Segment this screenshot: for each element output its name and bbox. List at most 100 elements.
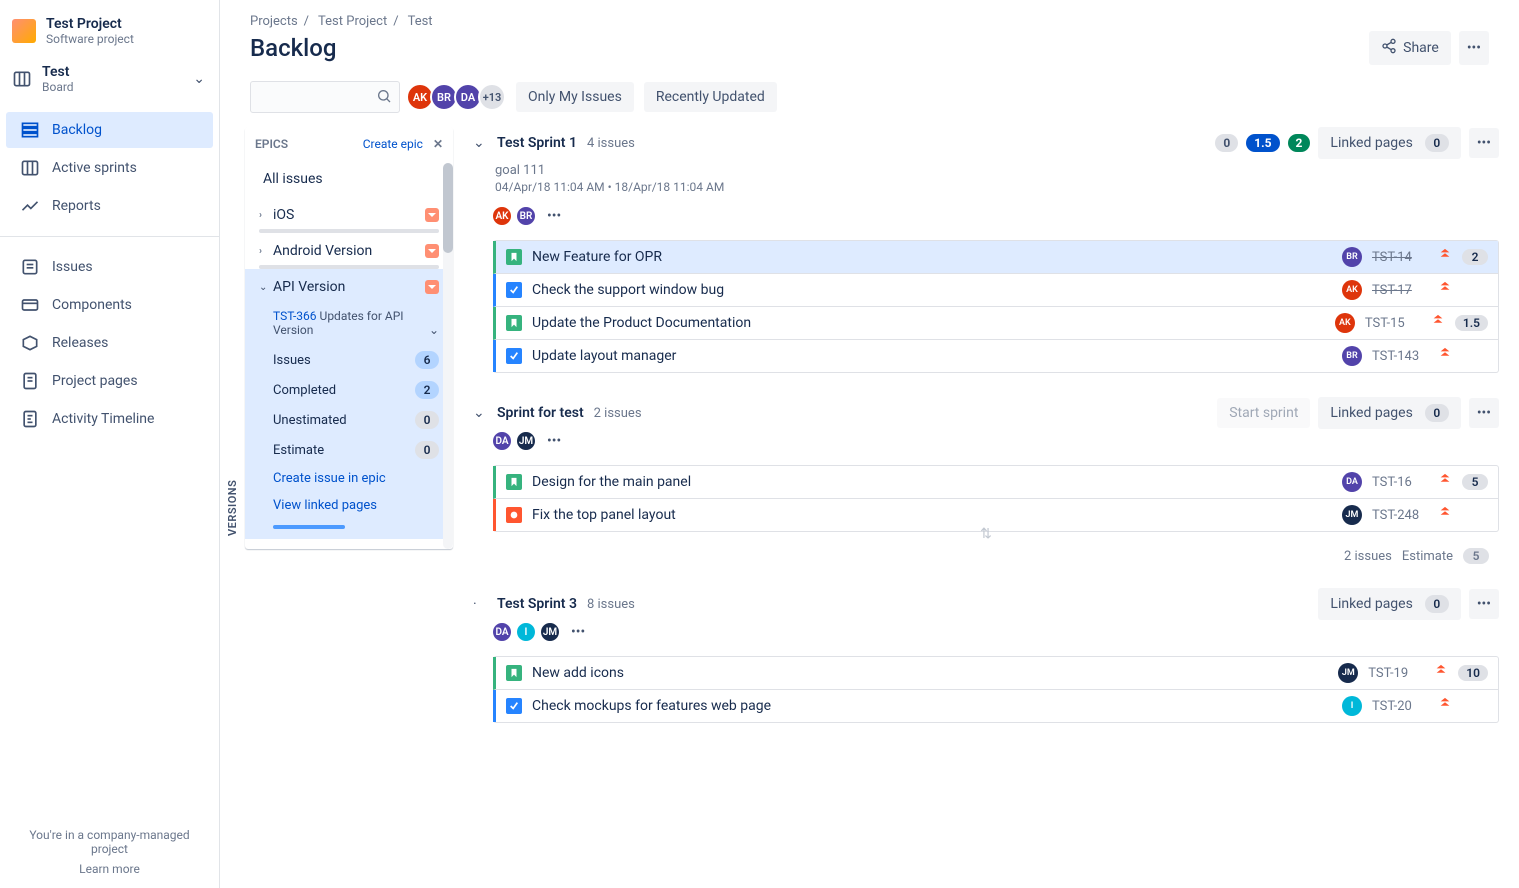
priority-icon [1431, 314, 1445, 332]
chevron-down-icon: ⌄ [259, 282, 273, 293]
issue-key[interactable]: TST-15 [1365, 316, 1421, 331]
chevron-icon[interactable]: ⌄ [473, 135, 487, 151]
linked-pages-button[interactable]: Linked pages 0 [1318, 588, 1460, 620]
avatar[interactable]: BR [515, 205, 537, 227]
issue-row[interactable]: Update layout manager BR TST-143 [493, 340, 1498, 372]
epic-color-badge[interactable] [425, 280, 439, 294]
epic-color-badge[interactable] [425, 244, 439, 258]
issue-summary: New Feature for OPR [532, 249, 1332, 265]
epic-color-badge[interactable] [425, 208, 439, 222]
sprint-name[interactable]: Test Sprint 1 [497, 135, 577, 151]
assignee-avatar[interactable]: BR [1342, 346, 1362, 366]
issue-row[interactable]: Update the Product Documentation AK TST-… [493, 307, 1498, 340]
avatar[interactable]: JM [539, 621, 561, 643]
learn-more-link[interactable]: Learn more [12, 862, 207, 876]
sprint-more-icon[interactable]: ••• [543, 429, 565, 453]
sidebar-item-activity-timeline[interactable]: Activity Timeline [6, 401, 213, 437]
content: VERSIONS EPICS Create epic ✕ All issues … [220, 127, 1519, 888]
assignee-avatar[interactable]: BR [1342, 247, 1362, 267]
chevron-icon[interactable]: ⌄ [473, 405, 487, 421]
chevron-down-icon: ⌄ [193, 71, 205, 87]
issue-key[interactable]: TST-20 [1372, 699, 1428, 714]
priority-icon [1434, 664, 1448, 682]
issue-key[interactable]: TST-248 [1372, 508, 1428, 523]
epic-view-linked-link[interactable]: View linked pages [259, 492, 439, 519]
sprint-more-button[interactable]: ••• [1469, 398, 1499, 428]
epic-row[interactable]: › Android Version [259, 233, 439, 269]
avatar[interactable]: DA [491, 621, 513, 643]
priority-icon [1438, 506, 1452, 524]
sidebar-item-project-pages[interactable]: Project pages [6, 363, 213, 399]
linked-pages-button[interactable]: Linked pages 0 [1318, 397, 1460, 429]
share-button[interactable]: Share [1369, 31, 1451, 65]
crumb-board[interactable]: Test [408, 14, 433, 29]
recently-updated-button[interactable]: Recently Updated [644, 82, 777, 112]
sidebar-item-reports[interactable]: Reports [6, 188, 213, 224]
sprint-more-icon[interactable]: ••• [567, 620, 589, 644]
sprint-header: · Test Sprint 3 8 issues Linked pages 0 … [473, 588, 1499, 620]
sprint: · Test Sprint 3 8 issues Linked pages 0 … [473, 588, 1499, 723]
board-selector[interactable]: Test Board ⌄ [0, 54, 219, 104]
issue-row[interactable]: Fix the top panel layout JM TST-248 [493, 499, 1498, 531]
issue-row[interactable]: New add icons JM TST-19 10 [493, 657, 1498, 690]
issue-row[interactable]: Check the support window bug AK TST-17 [493, 274, 1498, 307]
sprint-more-button[interactable]: ••• [1469, 589, 1499, 619]
sidebar-item-components[interactable]: Components [6, 287, 213, 323]
epic-stat: Unestimated0 [259, 405, 439, 435]
issue-key[interactable]: TST-16 [1372, 475, 1428, 490]
sidebar-nav-secondary: IssuesComponentsReleasesProject pagesAct… [0, 241, 219, 445]
more-actions-button[interactable]: ••• [1459, 31, 1489, 65]
epic-row-api[interactable]: ⌄ API Version [259, 269, 439, 305]
status-lozenge: 1.5 [1246, 134, 1279, 152]
project-header[interactable]: Test Project Software project [0, 0, 219, 54]
assignee-avatar[interactable]: I [1342, 696, 1362, 716]
crumb-project[interactable]: Test Project [318, 14, 387, 29]
sprint-avatars: AKBR••• [495, 204, 1499, 228]
epics-scrollbar[interactable] [443, 163, 453, 549]
versions-tab[interactable]: VERSIONS [220, 127, 245, 888]
story-icon [506, 315, 522, 331]
avatar[interactable]: DA [491, 430, 513, 452]
avatar-more[interactable]: +13 [478, 83, 506, 111]
linked-pages-button[interactable]: Linked pages 0 [1318, 127, 1460, 159]
sidebar-footer: You're in a company-managed project Lear… [0, 816, 219, 888]
sprint-more-icon[interactable]: ••• [543, 204, 565, 228]
issue-key[interactable]: TST-19 [1368, 666, 1424, 681]
epic-stat: Estimate0 [259, 435, 439, 465]
sprint-name[interactable]: Test Sprint 3 [497, 596, 577, 612]
chevron-right-icon: › [259, 210, 273, 221]
crumb-projects[interactable]: Projects [250, 14, 298, 29]
issue-list: New Feature for OPR BR TST-14 2 Check th… [493, 240, 1499, 373]
sidebar-item-releases[interactable]: Releases [6, 325, 213, 361]
chevron-icon[interactable]: · [473, 596, 487, 612]
assignee-avatar[interactable]: AK [1342, 280, 1362, 300]
create-epic-link[interactable]: Create epic [363, 137, 423, 151]
epic-create-issue-link[interactable]: Create issue in epic [259, 465, 439, 492]
issue-key[interactable]: TST-17 [1372, 283, 1428, 298]
assignee-avatar[interactable]: DA [1342, 472, 1362, 492]
avatar[interactable]: JM [515, 430, 537, 452]
assignee-avatar[interactable]: AK [1335, 313, 1355, 333]
only-my-issues-button[interactable]: Only My Issues [516, 82, 634, 112]
sidebar-item-active-sprints[interactable]: Active sprints [6, 150, 213, 186]
issue-row[interactable]: New Feature for OPR BR TST-14 2 [493, 241, 1498, 274]
issue-key[interactable]: TST-14 [1372, 250, 1428, 265]
issue-key[interactable]: TST-143 [1372, 349, 1428, 364]
priority-icon [1438, 697, 1452, 715]
epic-all-issues[interactable]: All issues [259, 161, 439, 197]
sidebar-item-backlog[interactable]: Backlog [6, 112, 213, 148]
epic-row[interactable]: › iOS [259, 197, 439, 233]
epic-issue-link[interactable]: TST-366 Updates for API Version ⌄ [259, 305, 439, 345]
sprint-more-button[interactable]: ••• [1469, 128, 1499, 158]
avatar[interactable]: I [515, 621, 537, 643]
issue-row[interactable]: Design for the main panel DA TST-16 5 [493, 466, 1498, 499]
issue-row[interactable]: Check mockups for features web page I TS… [493, 690, 1498, 722]
avatar[interactable]: AK [491, 205, 513, 227]
sprint-name[interactable]: Sprint for test [497, 405, 584, 421]
sidebar-item-issues[interactable]: Issues [6, 249, 213, 285]
sprint-footer: 2 issuesEstimate5 [473, 548, 1489, 564]
assignee-avatar[interactable]: JM [1342, 505, 1362, 525]
close-epics-icon[interactable]: ✕ [433, 137, 443, 151]
assignee-avatar[interactable]: JM [1338, 663, 1358, 683]
start-sprint-button[interactable]: Start sprint [1217, 398, 1310, 428]
